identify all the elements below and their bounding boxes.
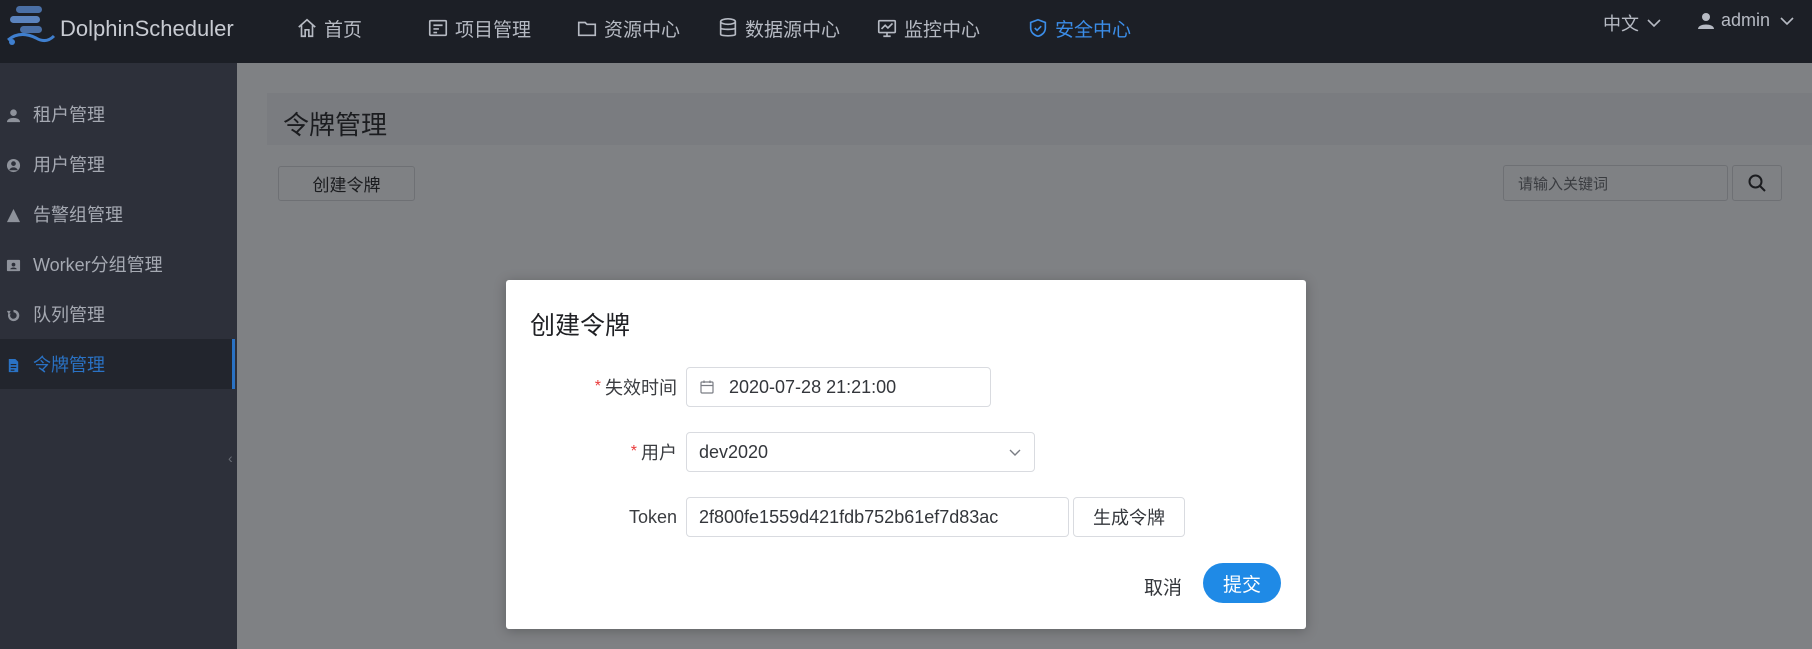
sidebar: 租户管理 用户管理 告警组管理 Worker分组管理 队列管理 令牌管理 ‹: [0, 63, 242, 649]
sidebar-item-label: 告警组管理: [33, 205, 123, 225]
search-button[interactable]: [1732, 165, 1782, 201]
page-title: 令牌管理: [283, 110, 388, 140]
language-label: 中文: [1603, 14, 1639, 34]
sidebar-item-worker-group[interactable]: Worker分组管理: [0, 239, 235, 289]
token-input[interactable]: 2f800fe1559d421fdb752b61ef7d83ac: [686, 497, 1069, 537]
sidebar-item-label: Worker分组管理: [33, 255, 163, 275]
user-select[interactable]: dev2020: [686, 432, 1035, 472]
chevron-left-icon: ‹: [228, 450, 233, 466]
nav-resources[interactable]: 资源中心: [576, 0, 680, 56]
token-value: 2f800fe1559d421fdb752b61ef7d83ac: [699, 506, 999, 527]
sidebar-item-label: 用户管理: [33, 155, 105, 175]
sidebar-item-users[interactable]: 用户管理: [0, 139, 235, 189]
required-mark: *: [630, 443, 637, 460]
nav-projects[interactable]: 项目管理: [427, 0, 531, 56]
person-icon: [6, 107, 21, 122]
dialog-title: 创建令牌: [530, 312, 631, 340]
nav-datasource[interactable]: 数据源中心: [717, 0, 840, 56]
token-label-text: Token: [628, 506, 677, 527]
required-mark: *: [594, 378, 601, 395]
submit-button[interactable]: 提交: [1203, 563, 1281, 603]
expire-time-label-text: 失效时间: [605, 378, 677, 398]
nav-home-label: 首页: [324, 19, 363, 41]
sidebar-item-label: 令牌管理: [33, 355, 105, 375]
database-icon: [719, 18, 737, 37]
project-icon: [428, 19, 448, 37]
user-name: admin: [1721, 10, 1771, 30]
brand-name: DolphinScheduler: [60, 16, 234, 41]
language-switcher[interactable]: 中文: [1603, 10, 1663, 36]
id-card-icon: [6, 257, 21, 272]
create-token-button[interactable]: 创建令牌: [278, 166, 415, 201]
dolphin-logo-icon: [7, 6, 56, 45]
folder-icon: [577, 21, 597, 37]
nav-projects-label: 项目管理: [455, 19, 532, 41]
sidebar-item-label: 队列管理: [33, 305, 105, 325]
nav-home[interactable]: 首页: [296, 0, 362, 56]
sidebar-item-label: 租户管理: [33, 105, 105, 125]
calendar-icon: [700, 380, 714, 394]
sidebar-item-tenant[interactable]: 租户管理: [0, 89, 235, 139]
generate-token-button[interactable]: 生成令牌: [1073, 497, 1185, 537]
nav-datasource-label: 数据源中心: [745, 19, 841, 41]
search-input[interactable]: 请输入关键词: [1503, 165, 1728, 201]
user-menu[interactable]: admin: [1697, 10, 1796, 31]
nav-monitor[interactable]: 监控中心: [876, 0, 980, 56]
recycle-icon: [6, 307, 21, 322]
sidebar-item-alert-group[interactable]: 告警组管理: [0, 189, 235, 239]
search-icon: [1748, 174, 1766, 192]
token-label: Token: [506, 497, 677, 537]
page-header: 令牌管理: [267, 93, 1812, 145]
user-label-text: 用户: [641, 443, 677, 463]
expire-time-picker[interactable]: 2020-07-28 21:21:00: [686, 367, 991, 407]
sidebar-item-queue[interactable]: 队列管理: [0, 289, 235, 339]
warning-icon: [6, 207, 21, 222]
top-nav-bar: DolphinScheduler 首页 项目管理 资源中心 数据源中心 监控中心…: [0, 0, 1812, 63]
home-icon: [298, 18, 316, 38]
sidebar-item-token[interactable]: 令牌管理: [0, 339, 235, 389]
chevron-down-icon: [1647, 19, 1661, 28]
create-token-dialog: 创建令牌 * 失效时间 2020-07-28 21:21:00 * 用户 dev…: [506, 280, 1306, 629]
user-circle-icon: [6, 157, 21, 172]
nav-monitor-label: 监控中心: [904, 19, 981, 41]
document-icon: [6, 357, 21, 372]
nav-security-label: 安全中心: [1055, 19, 1132, 41]
chevron-down-icon: [1009, 449, 1021, 456]
expire-time-label: * 失效时间: [506, 367, 677, 407]
expire-time-value: 2020-07-28 21:21:00: [729, 376, 897, 397]
cancel-button[interactable]: 取消: [1136, 566, 1190, 606]
monitor-icon: [877, 19, 897, 38]
user-select-value: dev2020: [699, 441, 769, 462]
user-icon: [1698, 12, 1714, 29]
user-label: * 用户: [506, 432, 677, 472]
nav-security[interactable]: 安全中心: [1027, 0, 1131, 56]
nav-resources-label: 资源中心: [604, 19, 681, 41]
shield-icon: [1029, 18, 1047, 38]
chevron-down-icon: [1780, 16, 1794, 25]
